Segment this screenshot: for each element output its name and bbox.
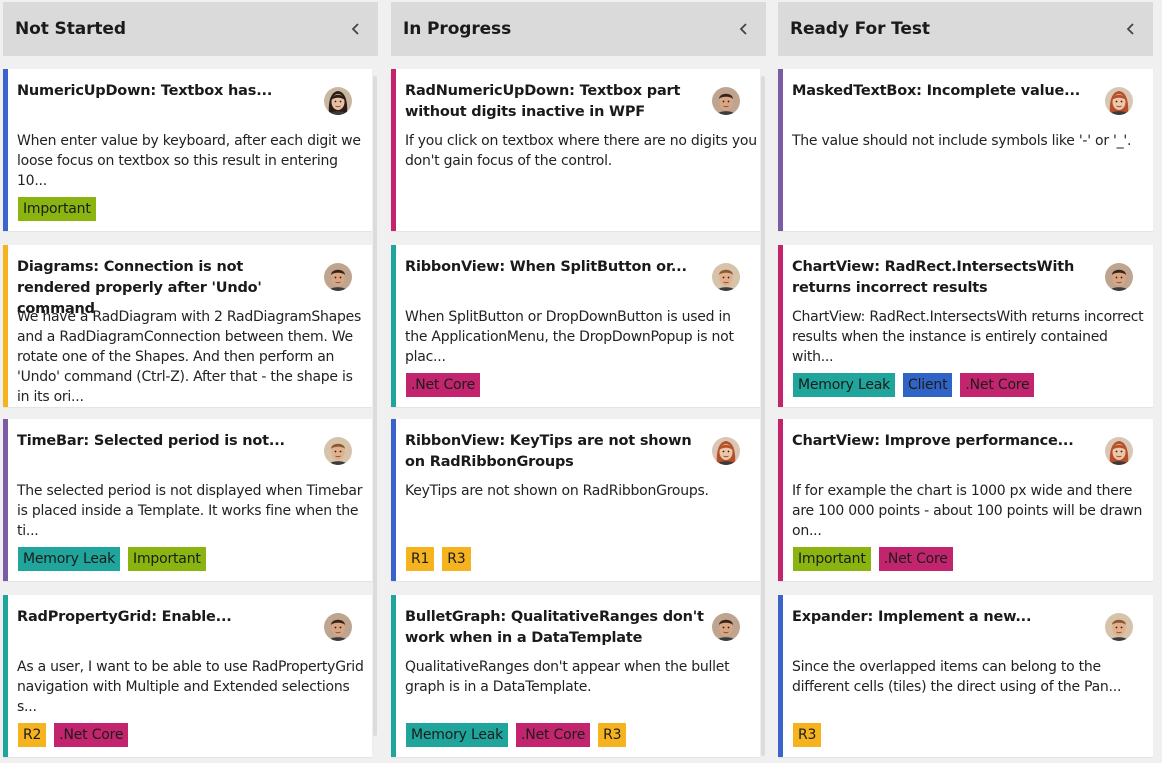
chevron-left-icon[interactable] <box>348 21 364 37</box>
tag-list: Memory Leak Important <box>18 547 206 571</box>
tag-badge[interactable]: .Net Core <box>878 547 953 571</box>
tag-badge[interactable]: .Net Core <box>960 373 1035 397</box>
tag-badge[interactable]: Important <box>128 547 206 571</box>
task-card[interactable]: RadPropertyGrid: Enable... As a user, I w… <box>3 595 372 757</box>
card-description: If you click on textbox where there are … <box>405 133 757 169</box>
tag-badge[interactable]: R3 <box>598 723 627 747</box>
tag-list: .Net Core <box>406 373 481 397</box>
column-header: Ready For Test <box>778 2 1153 56</box>
tag-badge[interactable]: Memory Leak <box>793 373 896 397</box>
avatar[interactable] <box>712 613 740 641</box>
tag-badge[interactable]: R2 <box>18 723 47 747</box>
tag-badge[interactable]: R3 <box>793 723 822 747</box>
task-card[interactable]: ChartView: Improve performance... If for … <box>778 419 1153 581</box>
task-card[interactable]: RadNumericUpDown: Textbox part without d… <box>391 69 760 231</box>
avatar[interactable] <box>324 613 352 641</box>
scrollbar[interactable] <box>761 76 765 756</box>
tag-list: R2 .Net Core <box>18 723 129 747</box>
avatar[interactable] <box>324 87 352 115</box>
tag-badge[interactable]: Memory Leak <box>406 723 509 747</box>
scrollbar[interactable] <box>373 76 377 736</box>
card-description: The value should not include symbols lik… <box>792 133 1132 149</box>
kanban-board: Not Started NumericUpDown: Textbox has...… <box>0 0 1162 763</box>
card-description: KeyTips are not shown on RadRibbonGroups… <box>405 483 709 499</box>
card-title: NumericUpDown: Textbox has... <box>17 83 273 99</box>
tag-badge[interactable]: Client <box>903 373 953 397</box>
tag-badge[interactable]: Memory Leak <box>18 547 121 571</box>
task-card[interactable]: RibbonView: KeyTips are not shown on Rad… <box>391 419 760 581</box>
column-in-progress: In Progress RadNumericUpDown: Textbox par… <box>391 0 766 763</box>
card-title: MaskedTextBox: Incomplete value... <box>792 83 1081 99</box>
avatar[interactable] <box>1105 613 1133 641</box>
tag-list: Memory Leak .Net Core R3 <box>406 723 627 747</box>
card-title: TimeBar: Selected period is not... <box>17 433 285 449</box>
card-description: When enter value by keyboard, after each… <box>17 133 361 189</box>
column-not-started: Not Started NumericUpDown: Textbox has...… <box>3 0 378 763</box>
card-description: The selected period is not displayed whe… <box>17 483 363 539</box>
card-description: We have a RadDiagram with 2 RadDiagramSh… <box>17 309 361 405</box>
task-card[interactable]: Diagrams: Connection is not rendered pro… <box>3 245 372 407</box>
card-title: ChartView: Improve performance... <box>792 433 1074 449</box>
tag-badge[interactable]: R1 <box>406 547 435 571</box>
column-title: Ready For Test <box>790 19 930 39</box>
avatar[interactable] <box>324 437 352 465</box>
avatar[interactable] <box>324 263 352 291</box>
avatar[interactable] <box>1105 263 1133 291</box>
card-title: RibbonView: When SplitButton or... <box>405 259 687 275</box>
task-card[interactable]: MaskedTextBox: Incomplete value... The va… <box>778 69 1153 231</box>
card-description: When SplitButton or DropDownButton is us… <box>405 309 734 365</box>
task-card[interactable]: TimeBar: Selected period is not... The se… <box>3 419 372 581</box>
tag-list: Important .Net Core <box>793 547 953 571</box>
card-description: As a user, I want to be able to use RadP… <box>17 659 364 715</box>
tag-badge[interactable]: .Net Core <box>406 373 481 397</box>
tag-badge[interactable]: .Net Core <box>516 723 591 747</box>
card-description: ChartView: RadRect.IntersectsWith return… <box>792 309 1144 365</box>
avatar[interactable] <box>712 87 740 115</box>
tag-list: R3 <box>793 723 822 747</box>
avatar[interactable] <box>1105 87 1133 115</box>
card-description: If for example the chart is 1000 px wide… <box>792 483 1143 539</box>
column-title: Not Started <box>15 19 126 39</box>
card-title: ChartView: RadRect.IntersectsWith return… <box>792 259 1075 296</box>
tag-badge[interactable]: Important <box>793 547 871 571</box>
column-ready-for-test: Ready For Test MaskedTextBox: Incomplete … <box>778 0 1153 763</box>
column-header: In Progress <box>391 2 766 56</box>
card-title: RadNumericUpDown: Textbox part without d… <box>405 83 681 120</box>
column-header: Not Started <box>3 2 378 56</box>
card-title: Expander: Implement a new... <box>792 609 1032 625</box>
tag-list: Important <box>18 197 96 221</box>
card-title: RadPropertyGrid: Enable... <box>17 609 232 625</box>
card-title: RibbonView: KeyTips are not shown on Rad… <box>405 433 692 470</box>
tag-badge[interactable]: .Net Core <box>54 723 129 747</box>
tag-list: R1 R3 <box>406 547 471 571</box>
task-card[interactable]: BulletGraph: QualitativeRanges don't wor… <box>391 595 760 757</box>
avatar[interactable] <box>1105 437 1133 465</box>
chevron-left-icon[interactable] <box>1123 21 1139 37</box>
card-description: Since the overlapped items can belong to… <box>792 659 1122 695</box>
card-description: QualitativeRanges don't appear when the … <box>405 659 730 695</box>
tag-list: Memory Leak Client .Net Core <box>793 373 1035 397</box>
tag-badge[interactable]: R3 <box>442 547 471 571</box>
chevron-left-icon[interactable] <box>736 21 752 37</box>
task-card[interactable]: Expander: Implement a new... Since the ov… <box>778 595 1153 757</box>
avatar[interactable] <box>712 437 740 465</box>
task-card[interactable]: ChartView: RadRect.IntersectsWith return… <box>778 245 1153 407</box>
task-card[interactable]: RibbonView: When SplitButton or... When S… <box>391 245 760 407</box>
column-title: In Progress <box>403 19 512 39</box>
card-title: BulletGraph: QualitativeRanges don't wor… <box>405 609 704 646</box>
task-card[interactable]: NumericUpDown: Textbox has... When enter … <box>3 69 372 231</box>
avatar[interactable] <box>712 263 740 291</box>
tag-badge[interactable]: Important <box>18 197 96 221</box>
